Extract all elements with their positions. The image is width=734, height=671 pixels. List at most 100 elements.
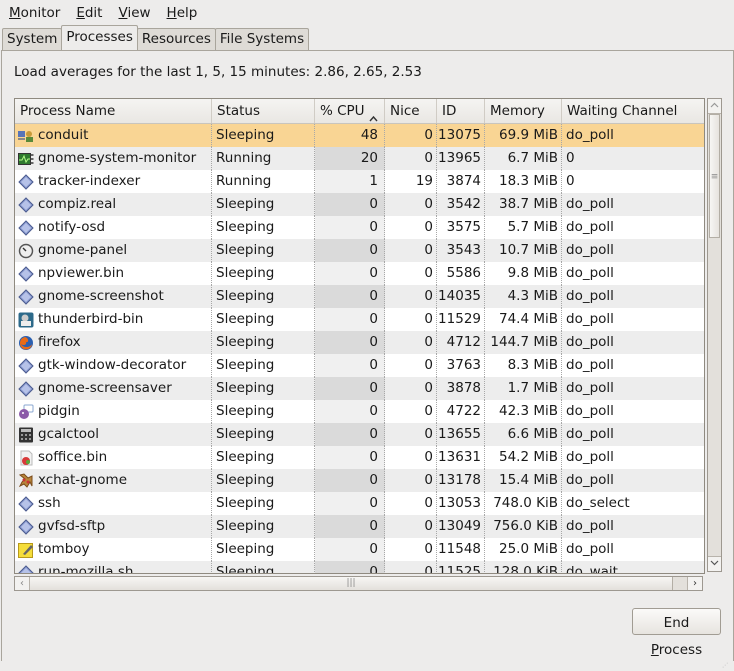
waiting-channel-cell: do_poll	[566, 334, 614, 350]
chevron-down-icon	[710, 560, 719, 566]
waiting-channel-cell: do_poll	[566, 357, 614, 373]
tab-file-systems[interactable]: File Systems	[214, 28, 310, 50]
process-name-cell: thunderbird-bin	[15, 308, 212, 331]
status-cell: Sleeping	[212, 354, 315, 377]
memory-cell: 1.7 MiB	[485, 377, 562, 400]
table-row[interactable]: ssh Sleeping 0 0 13053 748.0 KiB do_select	[15, 492, 704, 515]
cpu-cell: 0	[315, 308, 385, 331]
menu-view[interactable]: View	[110, 1, 158, 25]
table-row[interactable]: pidgin Sleeping 0 0 4722 42.3 MiB do_poll	[15, 400, 704, 423]
table-row[interactable]: gtk-window-decorator Sleeping 0 0 3763 8.3 Mi…	[15, 354, 704, 377]
tab-resources[interactable]: Resources	[136, 28, 216, 50]
nice-cell: 0	[385, 492, 437, 515]
table-row[interactable]: run-mozilla.sh Sleeping 0 0 11525 128.0 KiB do…	[15, 561, 704, 574]
column-header-memory[interactable]: Memory	[485, 99, 562, 123]
tab-system[interactable]: System	[2, 28, 63, 50]
column-header-process-name[interactable]: Process Name	[15, 99, 212, 123]
table-row[interactable]: conduit Sleeping 48 0 13075 69.9 MiB do_poll	[15, 124, 704, 147]
cpu-cell: 0	[315, 515, 385, 538]
table-row[interactable]: notify-osd Sleeping 0 0 3575 5.7 MiB do_poll	[15, 216, 704, 239]
column-header-nice[interactable]: Nice	[385, 99, 437, 123]
cpu-cell: 0	[315, 216, 385, 239]
process-name-cell: run-mozilla.sh	[15, 561, 212, 574]
memory-cell: 18.3 MiB	[485, 170, 562, 193]
scroll-up-button[interactable]	[708, 99, 721, 114]
vertical-scrollbar-thumb[interactable]: ≡	[709, 114, 720, 238]
tab-processes[interactable]: Processes	[61, 25, 138, 50]
waiting-channel-cell: do_poll	[566, 380, 614, 396]
table-row[interactable]: gnome-panel Sleeping 0 0 3543 10.7 MiB do_poll	[15, 239, 704, 262]
status-bar: ⋰	[0, 661, 734, 671]
cpu-cell: 0	[315, 561, 385, 573]
memory-cell: 6.6 MiB	[485, 423, 562, 446]
table-row[interactable]: npviewer.bin Sleeping 0 0 5586 9.8 MiB do_poll	[15, 262, 704, 285]
cpu-cell: 48	[315, 124, 385, 147]
waiting-channel-cell: 0	[566, 150, 575, 166]
process-name: tomboy	[38, 541, 90, 557]
process-table[interactable]: Process Name Status % CPU Nice ID Memory…	[14, 98, 705, 574]
nice-cell: 0	[385, 446, 437, 469]
cpu-cell: 0	[315, 354, 385, 377]
thunderbird-icon	[18, 312, 34, 328]
status-cell: Sleeping	[212, 239, 315, 262]
process-name: firefox	[38, 334, 81, 350]
process-name: gnome-system-monitor	[38, 150, 197, 166]
waiting-channel-cell: do_poll	[566, 127, 614, 143]
id-cell: 14035	[437, 285, 485, 308]
generic-process-icon	[18, 518, 34, 535]
table-row[interactable]: compiz.real Sleeping 0 0 3542 38.7 MiB do_poll	[15, 193, 704, 216]
process-name-cell: tracker-indexer	[15, 170, 212, 193]
cpu-cell: 0	[315, 492, 385, 515]
process-name-cell: gcalctool	[15, 423, 212, 446]
memory-cell: 756.0 KiB	[485, 515, 562, 538]
process-name-cell: npviewer.bin	[15, 262, 212, 285]
nice-cell: 0	[385, 124, 437, 147]
menu-edit[interactable]: Edit	[68, 1, 110, 25]
process-name-cell: pidgin	[15, 400, 212, 423]
table-row[interactable]: xchat-gnome Sleeping 0 0 13178 15.4 MiB do_pol…	[15, 469, 704, 492]
table-row[interactable]: tomboy Sleeping 0 0 11548 25.0 MiB do_poll	[15, 538, 704, 561]
process-name: gtk-window-decorator	[38, 357, 187, 373]
table-row[interactable]: gnome-system-monitor Running 20 0 13965 6.7 M…	[15, 147, 704, 170]
status-cell: Sleeping	[212, 124, 315, 147]
process-name: xchat-gnome	[38, 472, 128, 488]
resize-grip-icon[interactable]: ⋰	[722, 662, 732, 670]
status-cell: Sleeping	[212, 331, 315, 354]
waiting-channel-cell: do_poll	[566, 311, 614, 327]
menu-help[interactable]: Help	[159, 1, 206, 25]
status-cell: Sleeping	[212, 423, 315, 446]
cpu-cell: 0	[315, 285, 385, 308]
menu-monitor[interactable]: Monitor	[0, 1, 68, 25]
table-row[interactable]: thunderbird-bin Sleeping 0 0 11529 74.4 MiB do…	[15, 308, 704, 331]
scroll-right-button[interactable]: ›	[687, 577, 702, 590]
table-row[interactable]: gvfsd-sftp Sleeping 0 0 13049 756.0 KiB do_pol…	[15, 515, 704, 538]
nice-cell: 0	[385, 377, 437, 400]
waiting-channel-cell: 0	[566, 173, 575, 189]
table-row[interactable]: soffice.bin Sleeping 0 0 13631 54.2 MiB do_pol…	[15, 446, 704, 469]
generic-process-icon	[18, 196, 34, 213]
process-name: run-mozilla.sh	[38, 564, 134, 574]
horizontal-scrollbar-thumb[interactable]: |||	[30, 577, 673, 590]
table-row[interactable]: gcalctool Sleeping 0 0 13655 6.6 MiB do_poll	[15, 423, 704, 446]
id-cell: 13053	[437, 492, 485, 515]
table-row[interactable]: tracker-indexer Running 1 19 3874 18.3 MiB 0	[15, 170, 704, 193]
scroll-left-button[interactable]: ‹	[15, 577, 30, 590]
end-process-button[interactable]: End Process	[632, 608, 721, 658]
waiting-channel-cell: do_wait	[566, 564, 618, 574]
scroll-down-button[interactable]	[708, 556, 721, 571]
table-row[interactable]: firefox Sleeping 0 0 4712 144.7 MiB do_poll	[15, 331, 704, 354]
column-header-id[interactable]: ID	[437, 99, 485, 123]
horizontal-scrollbar[interactable]: ‹ ||| ›	[14, 576, 703, 591]
column-header-waiting-channel[interactable]: Waiting Channel	[562, 99, 704, 123]
process-name-cell: soffice.bin	[15, 446, 212, 469]
nice-cell: 0	[385, 515, 437, 538]
column-header-cpu[interactable]: % CPU	[315, 99, 385, 123]
column-header-status[interactable]: Status	[212, 99, 315, 123]
table-row[interactable]: gnome-screensaver Sleeping 0 0 3878 1.7 MiB do…	[15, 377, 704, 400]
nice-cell: 0	[385, 239, 437, 262]
tomboy-icon	[18, 542, 34, 558]
memory-cell: 54.2 MiB	[485, 446, 562, 469]
vertical-scrollbar[interactable]: ≡	[707, 98, 722, 572]
memory-cell: 144.7 MiB	[485, 331, 562, 354]
table-row[interactable]: gnome-screenshot Sleeping 0 0 14035 4.3 MiB do…	[15, 285, 704, 308]
